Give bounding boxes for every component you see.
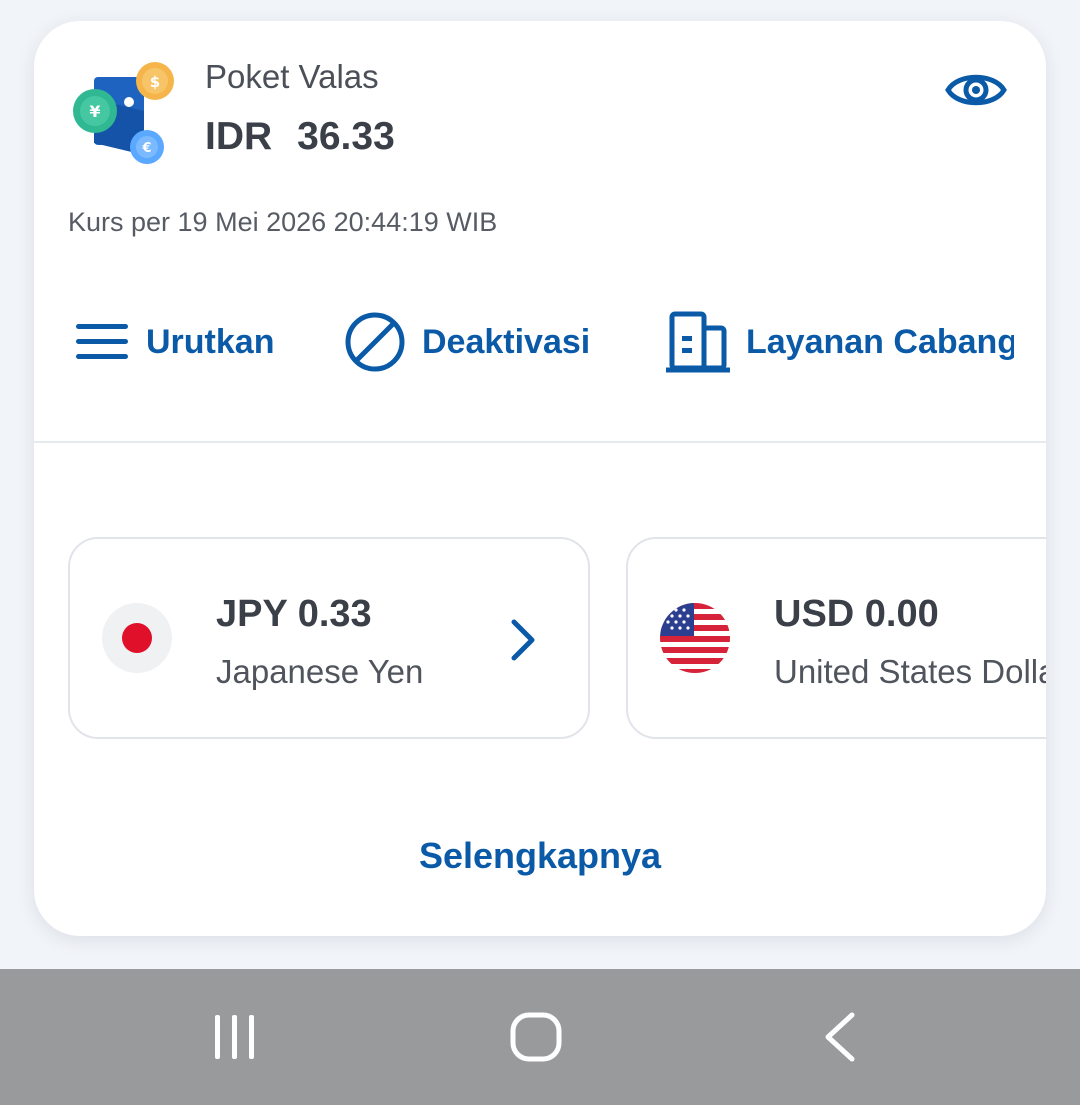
currency-amount: USD 0.00 [774, 593, 939, 635]
recent-apps-icon[interactable] [210, 1009, 260, 1065]
deactivate-label: Deaktivasi [422, 322, 591, 361]
currency-card-usd[interactable]: USD 0.00 United States Dollar [626, 537, 1046, 739]
svg-text:$: $ [150, 73, 160, 91]
balance-amount: 36.33 [297, 115, 395, 158]
building-icon [666, 311, 730, 373]
sort-label: Urutkan [146, 322, 275, 361]
deactivate-button[interactable]: Deaktivasi [344, 307, 590, 377]
pocket-balance: IDR 36.33 [205, 115, 395, 159]
usa-flag-icon [660, 603, 730, 673]
exchange-rate-timestamp: Kurs per 19 Mei 2026 20:44:19 WIB [68, 207, 498, 237]
back-icon[interactable] [818, 1009, 862, 1065]
pocket-title: Poket Valas [205, 58, 379, 95]
svg-text:€: € [141, 141, 151, 156]
svg-text:¥: ¥ [89, 102, 100, 121]
system-navigation-bar [0, 969, 1080, 1105]
divider [34, 441, 1046, 443]
eye-icon[interactable] [944, 65, 1008, 115]
branch-service-button[interactable]: Layanan Cabang [666, 307, 1014, 377]
currency-amount: JPY 0.33 [216, 593, 372, 635]
block-icon [345, 312, 405, 372]
chevron-right-icon[interactable] [506, 617, 540, 663]
currency-name: United States Dollar [774, 653, 1046, 690]
menu-lines-icon [76, 324, 128, 359]
currency-name: Japanese Yen [216, 653, 424, 690]
see-more-link[interactable]: Selengkapnya [34, 835, 1046, 877]
action-bar: Urutkan Deaktivasi Layanan Cabang [74, 307, 1014, 377]
foreign-currency-pocket-card: $ ¥ € Poket Valas IDR 36.33 Kurs per 19 … [34, 21, 1046, 936]
branch-service-label: Layanan Cabang [746, 322, 1014, 361]
japan-flag-icon [102, 603, 172, 673]
balance-currency: IDR [205, 115, 273, 158]
home-icon[interactable] [508, 1009, 564, 1065]
wallet-coins-icon: $ ¥ € [73, 62, 174, 164]
sort-button[interactable]: Urutkan [74, 307, 274, 377]
currency-card-jpy[interactable]: JPY 0.33 Japanese Yen [68, 537, 590, 739]
